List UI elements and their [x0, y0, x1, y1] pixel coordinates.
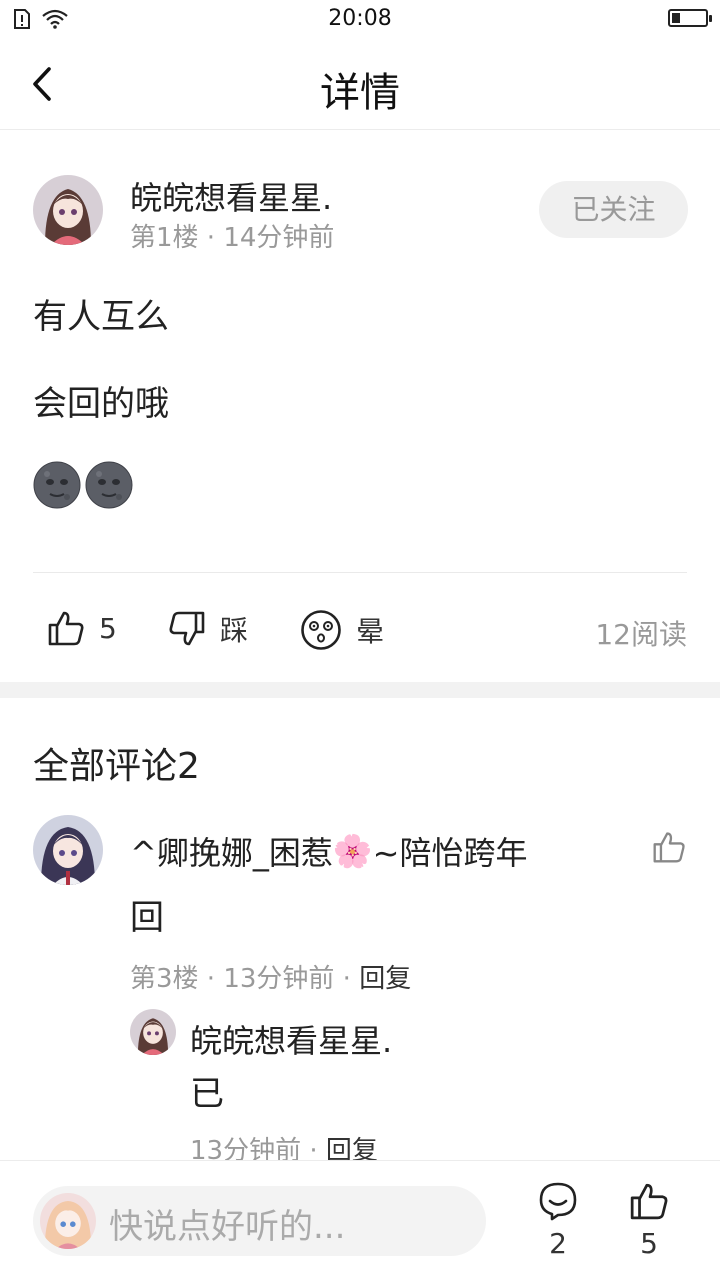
status-time: 20:08: [328, 6, 392, 31]
like-count: 5: [99, 611, 117, 645]
divider: [33, 572, 687, 573]
comments-button[interactable]: 2: [533, 1181, 583, 1260]
section-separator: [0, 682, 720, 698]
dizzy-face-icon: [301, 610, 341, 650]
comment-input-placeholder: 快说点好听的...: [109, 1207, 346, 1247]
post-text-line: 会回的哦: [33, 384, 169, 424]
post-actions: 5 踩 晕 12阅读: [0, 601, 720, 657]
author-name[interactable]: 皖皖想看星星.: [130, 173, 332, 219]
thumbs-up-icon: [48, 611, 84, 646]
battery-icon: [668, 9, 712, 27]
new-moon-face-icon: [33, 461, 81, 509]
reply-text: 已: [190, 1074, 224, 1114]
post-card: 皖皖想看星星. 第1楼 · 14分钟前 已关注 有人互么 会回的哦 5 踩 晕 …: [0, 131, 720, 681]
page-title: 详情: [320, 70, 400, 116]
comment-count: 2: [549, 1227, 567, 1260]
follow-button[interactable]: 已关注: [539, 181, 688, 238]
post-meta: 第1楼 · 14分钟前: [130, 223, 335, 253]
like-button[interactable]: 5: [47, 609, 117, 647]
read-count: 12阅读: [595, 618, 687, 651]
flower-emoji: 🌸: [332, 832, 373, 870]
bottom-bar: 快说点好听的... 2 5: [0, 1160, 720, 1280]
battery-level: [672, 13, 680, 23]
thumbs-up-icon: [630, 1183, 668, 1220]
commenter-name[interactable]: ^卿挽娜_困惹 🌸 ~陪怡跨年: [130, 828, 528, 874]
post-text-line: 有人互么: [33, 297, 169, 337]
commenter-name-part: ~陪怡跨年: [372, 834, 528, 872]
new-moon-face-icon: [85, 461, 133, 509]
bottom-like-button[interactable]: 5: [624, 1181, 674, 1260]
status-bar: 20:08: [0, 0, 720, 40]
dislike-label: 踩: [220, 614, 249, 647]
dislike-button[interactable]: 踩: [168, 609, 248, 649]
dizzy-label: 晕: [356, 615, 385, 648]
dizzy-button[interactable]: 晕: [300, 609, 384, 651]
comment-input[interactable]: 快说点好听的...: [33, 1186, 486, 1256]
thumbs-down-icon: [169, 611, 205, 646]
thumbs-up-icon: [653, 832, 685, 863]
bottom-like-count: 5: [640, 1227, 658, 1260]
post-emojis: [33, 461, 133, 509]
comment-text: 回: [130, 898, 164, 938]
reply-author-name[interactable]: 皖皖想看星星.: [190, 1016, 392, 1062]
comment-meta-text: 第3楼 · 13分钟前 ·: [130, 964, 360, 994]
commenter-name-part: ^卿挽娜_困惹: [130, 834, 333, 872]
comment-meta: 第3楼 · 13分钟前 · 回复: [130, 958, 411, 995]
reply-link[interactable]: 回复: [359, 964, 411, 994]
author-avatar[interactable]: [33, 175, 103, 245]
comment-like-button[interactable]: [652, 830, 686, 868]
top-nav: 详情: [0, 40, 720, 130]
reply-avatar[interactable]: [130, 1009, 176, 1055]
comments-title: 全部评论2: [33, 746, 200, 787]
commenter-avatar[interactable]: [33, 815, 103, 885]
my-avatar: [40, 1193, 96, 1249]
comment-bubble-icon: [539, 1182, 577, 1221]
